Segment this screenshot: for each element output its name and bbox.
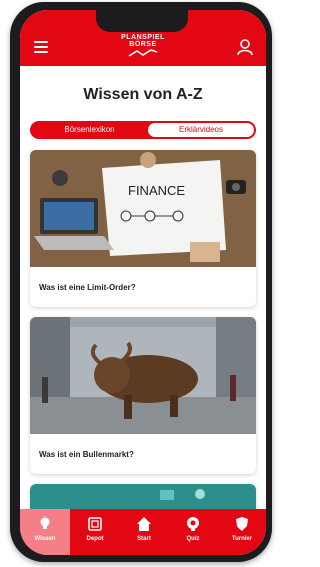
video-card[interactable]: Was ist ein Bullenmarkt?	[30, 317, 256, 474]
nav-label-wissen: Wissen	[34, 536, 56, 542]
finance-thumbnail-image: FINANCE	[30, 150, 256, 267]
nav-label-quiz: Quiz	[186, 536, 200, 542]
video-title: Was ist ein Bullenmarkt?	[39, 450, 134, 459]
app-screen: PLANSPIEL BÖRSE Wissen von A-Z Börsenlex…	[20, 10, 266, 555]
nav-item-turnier[interactable]: Turnier	[218, 509, 266, 555]
home-icon	[137, 517, 151, 531]
logo-line-1: PLANSPIEL	[121, 34, 165, 41]
hamburger-menu-icon[interactable]	[34, 41, 48, 53]
nav-label-turnier: Turnier	[231, 536, 253, 542]
nav-item-quiz[interactable]: Quiz	[168, 509, 218, 555]
video-card[interactable]: FINANCE Was ist eine Limit-Order?	[30, 150, 256, 307]
finance-headline: FINANCE	[128, 183, 185, 198]
logo-chart-icon	[128, 49, 158, 57]
user-profile-icon[interactable]	[236, 38, 254, 56]
page-title: Wissen von A-Z	[83, 86, 203, 103]
nav-item-wissen[interactable]: Wissen	[20, 509, 70, 555]
logo-line-2: BÖRSE	[129, 41, 157, 48]
video-title: Was ist eine Limit-Order?	[39, 283, 136, 292]
nav-item-depot[interactable]: Depot	[70, 509, 120, 555]
tab-boersenlexikon[interactable]: Börsenlexikon	[32, 123, 147, 137]
nav-label-depot: Depot	[86, 536, 104, 542]
bottom-navigation: Wissen Depot Start Quiz Turnier	[20, 509, 266, 555]
quiz-icon	[187, 517, 199, 531]
wallet-icon	[88, 517, 102, 531]
nav-label-start: Start	[137, 536, 151, 542]
planspiel-boerse-logo[interactable]: PLANSPIEL BÖRSE	[108, 34, 178, 62]
phone-notch	[96, 10, 188, 32]
lightbulb-icon	[40, 516, 50, 529]
bull-statue-thumbnail-image	[30, 317, 256, 434]
shield-icon	[236, 517, 248, 531]
tab-erklaervideos[interactable]: Erklärvideos	[148, 123, 254, 137]
nav-item-start[interactable]: Start	[120, 509, 168, 555]
segmented-control: Börsenlexikon Erklärvideos	[30, 121, 256, 139]
